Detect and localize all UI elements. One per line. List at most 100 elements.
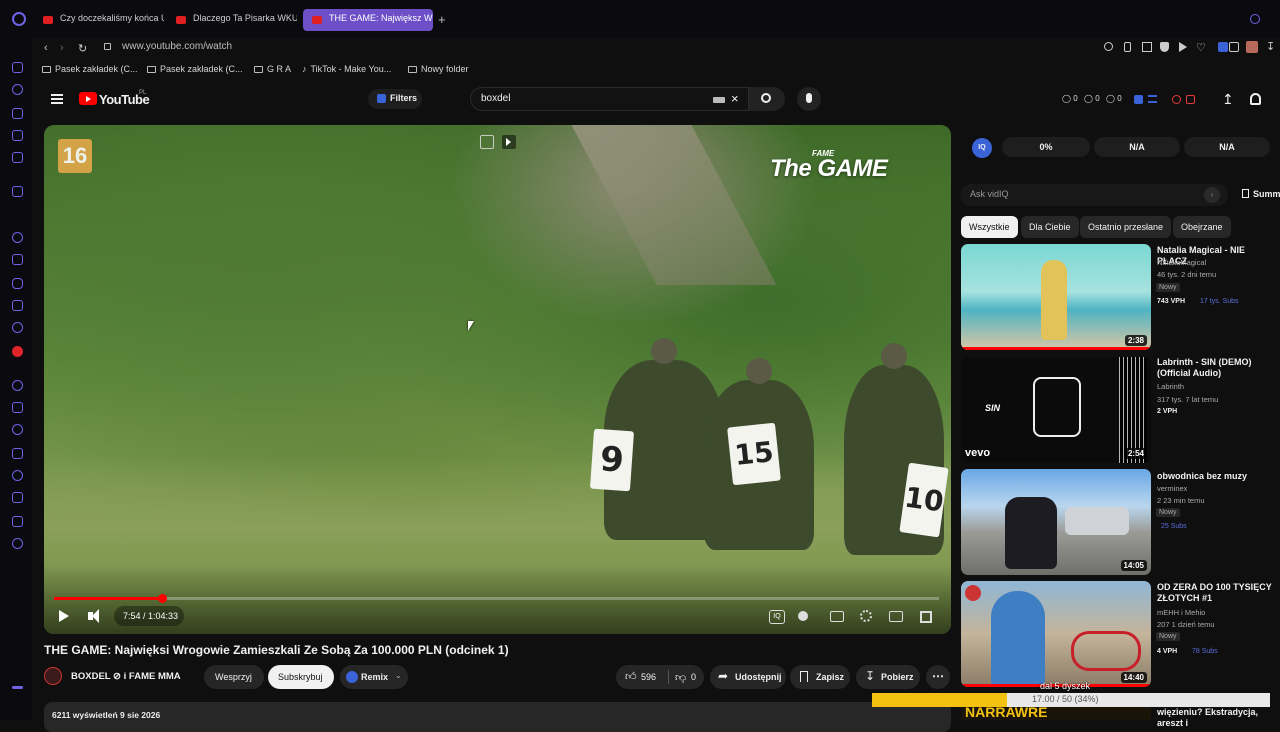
opera-menu-icon[interactable] [12, 12, 26, 26]
discord-icon[interactable] [12, 254, 23, 265]
summary-button[interactable]: Summ [1242, 189, 1280, 199]
messenger-icon[interactable] [12, 232, 23, 243]
fullscreen-icon[interactable] [920, 611, 932, 623]
channel-name[interactable]: BOXDEL ⊘ i FAME MMA [71, 671, 181, 682]
tab-1[interactable]: Czy doczekaliśmy końca U [34, 9, 164, 31]
chip-for-you[interactable]: Dla Ciebie [1021, 216, 1079, 238]
send-icon[interactable]: › [1204, 187, 1220, 203]
progress-bar[interactable] [54, 594, 939, 603]
rec-title[interactable]: OD ZERA DO 100 TYSIĘCY ZŁOTYCH #1 [1157, 582, 1277, 604]
rec-thumbnail[interactable]: 2:38 [961, 244, 1151, 350]
video-player[interactable]: 9 15 10 16 FAME The GAME 7:54 / 1:04:33 … [44, 125, 951, 634]
puzzle-icon[interactable] [1229, 42, 1239, 52]
play-icon[interactable] [1179, 42, 1187, 52]
voice-search-button[interactable] [797, 87, 821, 111]
tab-3-active[interactable]: THE GAME: Największ Wro [303, 9, 433, 31]
rec-title[interactable]: więzieniu? Ekstradycja, areszt i [1157, 707, 1277, 729]
rec-title[interactable]: Labrinth - SIN (DEMO) (Official Audio) [1157, 357, 1277, 379]
profile-avatar[interactable] [1246, 41, 1258, 53]
download-button[interactable]: ↧ Pobierz [856, 665, 920, 689]
telegram-icon[interactable] [12, 322, 23, 333]
share-button[interactable]: ➦ Udostępnij [710, 665, 786, 689]
tabs-icon[interactable] [12, 448, 23, 459]
play-button[interactable] [54, 603, 74, 629]
back-icon[interactable]: ‹ [44, 42, 48, 54]
settings-icon[interactable] [860, 610, 872, 622]
bookmark-folder[interactable]: Pasek zakładek (C... [147, 64, 243, 74]
search-box[interactable]: boxdel × [470, 87, 749, 111]
subscribe-button[interactable]: Subskrybuj [268, 665, 334, 689]
rec-channel[interactable]: mEHH i Mehio [1157, 608, 1205, 617]
extensions-icon[interactable] [12, 516, 23, 527]
autoplay-toggle-icon[interactable] [798, 611, 808, 621]
sidebar-app-icon[interactable] [12, 84, 23, 95]
upload-icon[interactable]: ↥ [1222, 91, 1234, 108]
pin-icon[interactable] [1124, 42, 1131, 52]
zoom-icon[interactable] [1104, 42, 1113, 51]
sidebar-app-icon[interactable] [12, 186, 23, 197]
rec-thumbnail[interactable]: SIN vevo 2:54 [961, 357, 1151, 463]
remix-button[interactable]: Remix ⌄ [340, 665, 408, 689]
rec-channel[interactable]: Labrinth [1157, 382, 1184, 391]
support-button[interactable]: Wesprzyj [204, 665, 264, 689]
x-icon[interactable] [12, 300, 23, 311]
menu-icon[interactable] [51, 94, 63, 104]
instagram-icon[interactable] [12, 278, 23, 289]
settings-icon[interactable] [12, 538, 23, 549]
theater-mode-icon[interactable] [889, 611, 903, 622]
downloads-icon[interactable] [12, 492, 23, 503]
like-button[interactable]: 👍︎ 596 [616, 665, 668, 689]
channel-avatar[interactable] [44, 667, 62, 685]
heart-icon[interactable]: ♡ [1196, 41, 1206, 54]
youtube-logo-icon[interactable] [79, 92, 97, 105]
bookmark-folder[interactable]: Nowy folder [408, 64, 469, 74]
chip-all[interactable]: Wszystkie [961, 216, 1018, 238]
progress-scrubber[interactable] [157, 594, 167, 603]
vidiq-alert-icon[interactable] [1186, 95, 1195, 104]
vidiq-player-icon[interactable]: IQ [769, 610, 785, 624]
forward-icon[interactable]: › [60, 42, 64, 54]
search-button[interactable] [749, 87, 785, 111]
sidebar-app-icon[interactable] [12, 130, 23, 141]
player-icon[interactable] [12, 402, 23, 413]
more-icon[interactable] [12, 686, 23, 689]
rec-channel[interactable]: NataliaMagical [1157, 258, 1206, 267]
sidebar-app-icon[interactable] [12, 62, 23, 73]
snapshot-icon[interactable] [1142, 42, 1152, 52]
more-actions-button[interactable]: ⋯ [926, 665, 950, 689]
rec-thumbnail[interactable]: 14:40 [961, 581, 1151, 687]
history-icon[interactable] [12, 470, 23, 481]
sidebar-app-icon[interactable] [12, 108, 23, 119]
rec-thumbnail[interactable]: 14:05 [961, 469, 1151, 575]
chip-recent[interactable]: Ostatnio przesłane [1080, 216, 1172, 238]
tab-search-icon[interactable] [1250, 14, 1260, 24]
lock-icon[interactable] [104, 43, 111, 50]
ask-vidiq-input[interactable]: Ask vidIQ › [960, 184, 1228, 206]
heart-icon[interactable] [12, 424, 23, 435]
vidiq-menu-icon[interactable] [1148, 95, 1157, 103]
vidiq-tool-icon[interactable] [1172, 95, 1181, 104]
tab-2[interactable]: Dlaczego Ta Pisarka WKUR [167, 9, 297, 31]
bookmark-folder[interactable]: Pasek zakładek (C... [42, 64, 138, 74]
volume-button[interactable] [86, 607, 106, 627]
bookmark-link[interactable]: ♪ TikTok - Make You... [302, 64, 391, 74]
sidebar-app-icon[interactable] [12, 380, 23, 391]
sidebar-app-icon[interactable] [12, 210, 23, 221]
vidiq-icon[interactable] [1134, 95, 1143, 104]
description-box[interactable]: 6211 wyświetleń 9 sie 2026 [44, 702, 951, 732]
subtitles-icon[interactable] [830, 611, 844, 622]
url-field[interactable]: www.youtube.com/watch [122, 41, 232, 52]
rec-channel[interactable]: verminex [1157, 484, 1187, 493]
clear-search-icon[interactable]: × [731, 91, 739, 106]
dislike-button[interactable]: 👎︎ 0 [670, 665, 704, 689]
save-button[interactable]: Zapisz [790, 665, 850, 689]
download-icon[interactable]: ↧ [1266, 40, 1275, 53]
new-tab-button[interactable]: + [438, 12, 446, 27]
notifications-icon[interactable] [1250, 93, 1261, 105]
miniplayer-icon[interactable] [480, 135, 494, 149]
shield-icon[interactable] [1160, 42, 1169, 52]
reload-icon[interactable]: ↻ [78, 42, 87, 55]
sidebar-app-icon[interactable] [12, 152, 23, 163]
extension-icon[interactable] [1218, 42, 1228, 52]
sidebar-app-icon[interactable] [12, 346, 23, 357]
